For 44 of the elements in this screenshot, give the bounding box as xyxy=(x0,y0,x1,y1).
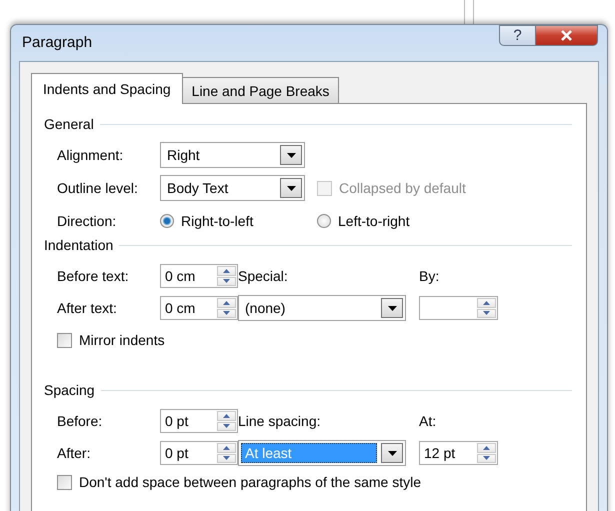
field-label: Alignment: xyxy=(57,147,124,163)
close-icon xyxy=(560,30,573,41)
field-label: By: xyxy=(419,268,440,284)
field-label: Don't add space between paragraphs of the same style xyxy=(79,474,421,490)
spin-buttons-icon[interactable] xyxy=(217,298,236,318)
field-label: Before: xyxy=(57,413,104,429)
dropdown[interactable]: (none) xyxy=(238,295,406,321)
window-title: Paragraph xyxy=(22,34,92,51)
spin-buttons-icon[interactable] xyxy=(217,411,236,431)
radio-button[interactable] xyxy=(160,214,174,228)
spin-buttons-icon[interactable] xyxy=(217,266,236,286)
field-label: Line spacing: xyxy=(238,413,321,429)
field-label: Special: xyxy=(238,268,288,284)
spin-buttons-icon[interactable] xyxy=(217,443,236,463)
field-label: Mirror indents xyxy=(79,332,165,348)
radio-label: Left-to-right xyxy=(338,213,410,229)
field-label: After text: xyxy=(57,300,118,316)
spin-field[interactable]: 12 pt xyxy=(419,441,498,465)
spin-buttons-icon[interactable] xyxy=(477,298,496,318)
field-label: Direction: xyxy=(57,213,118,229)
spin-field[interactable]: 0 cm xyxy=(160,264,238,288)
spin-field[interactable]: 0 cm xyxy=(160,296,238,320)
tab[interactable]: Indents and Spacing xyxy=(31,73,183,104)
dropdown[interactable]: Body Text xyxy=(160,175,305,201)
field-label: At: xyxy=(419,413,436,429)
help-button[interactable]: ? xyxy=(499,25,536,46)
section-heading: Spacing xyxy=(44,382,95,398)
spin-field[interactable]: 0 pt xyxy=(160,409,238,433)
radio-label: Right-to-left xyxy=(181,213,254,229)
close-button[interactable] xyxy=(536,25,598,46)
field-label: Before text: xyxy=(57,268,130,284)
section-heading: General xyxy=(44,116,94,132)
section-heading: Indentation xyxy=(44,237,114,253)
field-label: Outline level: xyxy=(57,180,139,196)
field-label: After: xyxy=(57,445,92,461)
radio-button[interactable] xyxy=(317,214,331,228)
spin-field[interactable]: 0 pt xyxy=(160,441,238,465)
checkbox[interactable] xyxy=(57,474,72,490)
spin-buttons-icon[interactable] xyxy=(477,443,496,463)
dropdown[interactable]: Right xyxy=(160,142,305,168)
spin-field[interactable] xyxy=(419,296,498,320)
checkbox-label: Collapsed by default xyxy=(339,180,466,196)
tab[interactable]: Line and Page Breaks xyxy=(182,77,340,103)
checkbox[interactable] xyxy=(57,332,72,348)
